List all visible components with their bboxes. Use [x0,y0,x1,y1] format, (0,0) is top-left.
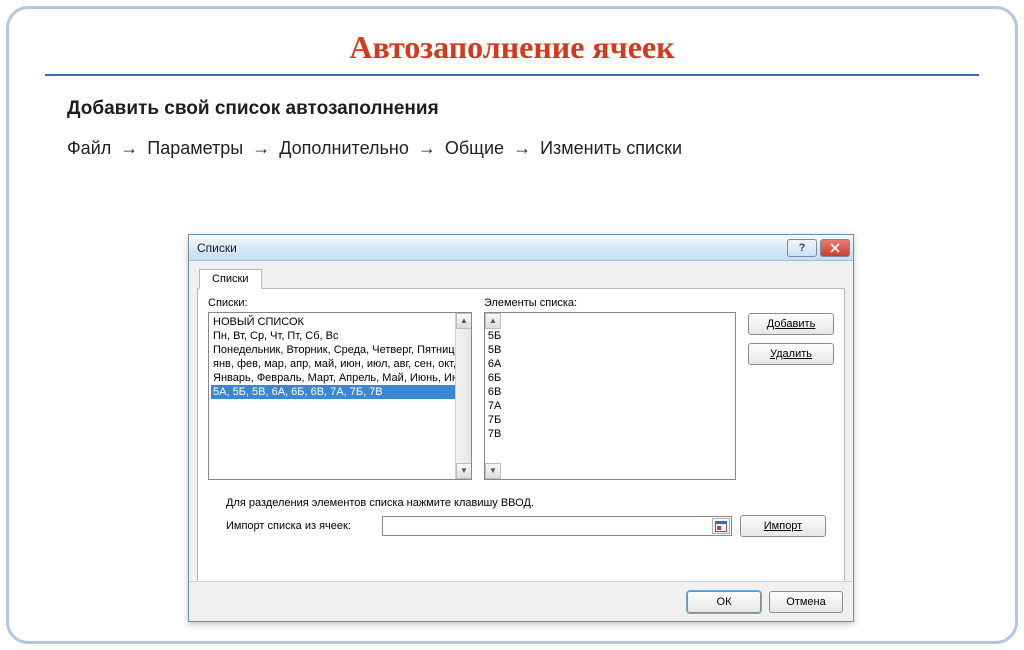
scroll-down-icon[interactable]: ▼ [456,463,472,479]
elements-label: Элементы списка: [484,297,736,309]
elements-textarea[interactable]: 5А5Б5В6А6Б6В7А7Б7В ▲ ▼ [484,312,736,480]
arrow-icon: → [248,138,274,158]
import-row: Импорт списка из ячеек: Импорт [226,515,834,537]
list-item[interactable]: Понедельник, Вторник, Среда, Четверг, Пя… [211,343,455,357]
tab-strip: Списки [197,267,845,289]
arrow-icon: → [509,138,535,158]
arrow-icon: → [414,138,440,158]
import-button[interactable]: Импорт [740,515,826,537]
slide-frame: Автозаполнение ячеек Добавить свой списо… [6,6,1018,644]
breadcrumb-item: Файл [67,138,111,158]
element-line: 7В [488,427,719,441]
lists-dialog: Списки ? Списки Списки: НОВЫЙ СПИС [188,234,854,622]
lists-listbox[interactable]: НОВЫЙ СПИСОКПн, Вт, Ср, Чт, Пт, Сб, ВсПо… [208,312,472,480]
tab-lists[interactable]: Списки [199,269,262,289]
breadcrumb: Файл → Параметры → Дополнительно → Общие… [67,138,1015,159]
element-line: 6А [488,357,719,371]
range-picker-button[interactable] [712,518,730,534]
slide-title: Автозаполнение ячеек [9,29,1015,66]
breadcrumb-item: Параметры [147,138,243,158]
panel: Списки: НОВЫЙ СПИСОКПн, Вт, Ср, Чт, Пт, … [197,289,845,599]
list-item[interactable]: НОВЫЙ СПИСОК [211,315,455,329]
title-underline [45,74,979,76]
lists-label: Списки: [208,297,472,309]
list-item[interactable]: Январь, Февраль, Март, Апрель, Май, Июнь… [211,371,455,385]
breadcrumb-item: Общие [445,138,504,158]
close-icon [830,243,840,253]
range-picker-icon [715,521,727,532]
element-line: 6В [488,385,719,399]
element-line: 7А [488,399,719,413]
import-label: Импорт списка из ячеек: [226,520,374,532]
element-line: 5В [488,343,719,357]
slide-subtitle: Добавить свой список автозаполнения [67,98,1015,120]
delete-button[interactable]: Удалить [748,343,834,365]
dialog-titlebar[interactable]: Списки ? [189,235,853,261]
add-button[interactable]: Добавить [748,313,834,335]
dialog-footer: ОК Отмена [189,581,853,621]
scroll-up-icon[interactable]: ▲ [485,313,501,329]
element-line: 6Б [488,371,719,385]
list-item[interactable]: 5А, 5Б, 5В, 6А, 6Б, 6В, 7А, 7Б, 7В [211,385,455,399]
element-line: 7Б [488,413,719,427]
cancel-button[interactable]: Отмена [769,591,843,613]
breadcrumb-item: Дополнительно [279,138,409,158]
scroll-up-icon[interactable]: ▲ [456,313,472,329]
help-button[interactable]: ? [787,239,817,257]
import-range-input[interactable] [382,516,732,536]
element-line: 5Б [488,329,719,343]
hint-text: Для разделения элементов списка нажмите … [226,497,534,509]
dialog-caption: Списки [197,241,237,255]
element-line: 5А [488,315,719,329]
list-item[interactable]: Пн, Вт, Ср, Чт, Пт, Сб, Вс [211,329,455,343]
dialog-body: Списки Списки: НОВЫЙ СПИСОКПн, Вт, Ср, Ч… [189,261,853,581]
arrow-icon: → [116,138,142,158]
ok-button[interactable]: ОК [687,591,761,613]
breadcrumb-item: Изменить списки [540,138,682,158]
close-button[interactable] [820,239,850,257]
scroll-down-icon[interactable]: ▼ [485,463,501,479]
list-item[interactable]: янв, фев, мар, апр, май, июн, июл, авг, … [211,357,455,371]
scrollbar[interactable]: ▲ ▼ [455,313,471,479]
